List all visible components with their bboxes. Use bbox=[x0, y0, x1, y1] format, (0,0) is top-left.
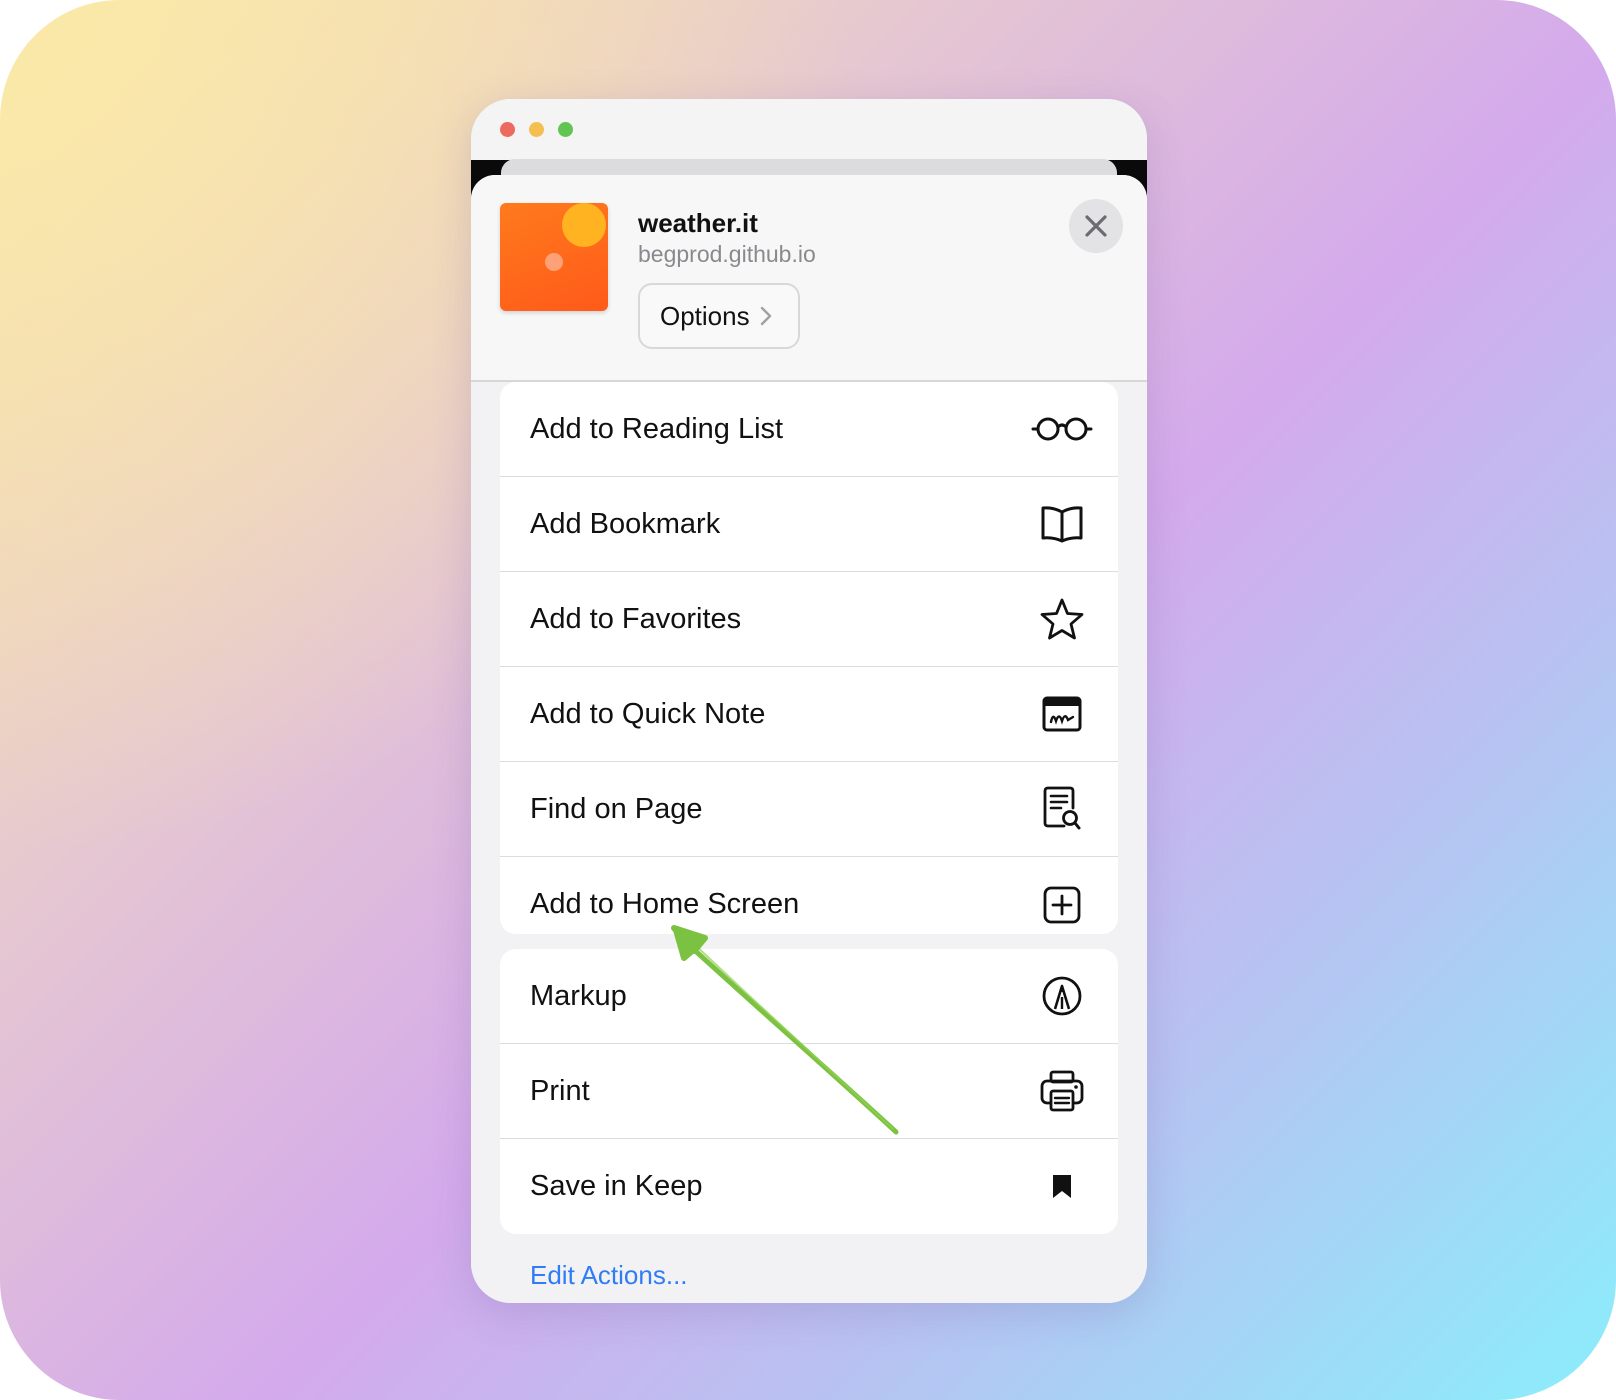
action-add-to-reading-list[interactable]: Add to Reading List bbox=[500, 382, 1118, 477]
find-on-page-icon bbox=[1030, 785, 1094, 833]
action-markup[interactable]: Markup bbox=[500, 949, 1118, 1044]
quick-note-icon bbox=[1030, 690, 1094, 738]
plus-square-icon bbox=[1030, 881, 1094, 929]
window-close-button[interactable] bbox=[500, 122, 515, 137]
options-label: Options bbox=[660, 300, 750, 331]
window-titlebar bbox=[471, 99, 1147, 160]
star-icon bbox=[1030, 595, 1094, 643]
gradient-background: weather.it begprod.github.io Options Add… bbox=[0, 0, 1616, 1400]
action-add-to-home-screen[interactable]: Add to Home Screen bbox=[500, 857, 1118, 934]
site-thumbnail bbox=[500, 203, 608, 311]
edit-actions-link[interactable]: Edit Actions... bbox=[530, 1260, 688, 1291]
sun-icon bbox=[562, 203, 606, 247]
site-title: weather.it bbox=[638, 208, 758, 238]
action-find-on-page[interactable]: Find on Page bbox=[500, 762, 1118, 857]
action-print[interactable]: Print bbox=[500, 1044, 1118, 1139]
close-icon bbox=[1085, 215, 1107, 237]
action-add-to-favorites[interactable]: Add to Favorites bbox=[500, 572, 1118, 667]
options-button[interactable]: Options bbox=[638, 283, 800, 349]
dot-decoration bbox=[545, 253, 563, 271]
glasses-icon bbox=[1030, 405, 1094, 453]
action-add-to-quick-note[interactable]: Add to Quick Note bbox=[500, 667, 1118, 762]
window-zoom-button[interactable] bbox=[558, 122, 573, 137]
actions-group-secondary: Markup Print Save in Keep bbox=[500, 949, 1118, 1234]
share-sheet: weather.it begprod.github.io Options Add… bbox=[471, 175, 1147, 1303]
action-save-in-keep[interactable]: Save in Keep bbox=[500, 1139, 1118, 1234]
close-button[interactable] bbox=[1069, 199, 1123, 253]
browser-window: weather.it begprod.github.io Options Add… bbox=[471, 99, 1147, 1303]
share-sheet-header: weather.it begprod.github.io Options bbox=[471, 175, 1147, 382]
markup-icon bbox=[1030, 972, 1094, 1020]
site-url: begprod.github.io bbox=[638, 241, 816, 267]
printer-icon bbox=[1030, 1067, 1094, 1115]
window-minimize-button[interactable] bbox=[529, 122, 544, 137]
chevron-right-icon bbox=[760, 306, 771, 326]
action-add-bookmark[interactable]: Add Bookmark bbox=[500, 477, 1118, 572]
actions-group-primary: Add to Reading List Add Bookmark Add to … bbox=[500, 382, 1118, 934]
bookmark-filled-icon bbox=[1030, 1163, 1094, 1211]
book-icon bbox=[1030, 500, 1094, 548]
